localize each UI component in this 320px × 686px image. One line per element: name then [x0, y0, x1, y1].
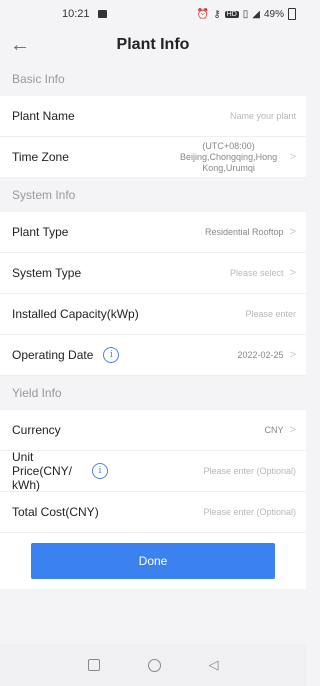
installed-capacity-label: Installed Capacity(kWp)	[12, 307, 139, 321]
plant-name-row[interactable]: Plant Name Name your plant	[0, 96, 306, 137]
unit-price-input[interactable]: Please enter (Optional)	[203, 466, 296, 476]
chevron-right-icon: >	[289, 226, 296, 238]
recent-apps-icon[interactable]	[87, 659, 100, 671]
installed-capacity-row[interactable]: Installed Capacity(kWp) Please enter	[0, 294, 306, 335]
chevron-right-icon: >	[289, 267, 296, 279]
currency-value: CNY	[264, 425, 284, 435]
footer-area: Done	[0, 533, 306, 589]
done-button[interactable]: Done	[31, 543, 275, 579]
chevron-right-icon: >	[289, 151, 296, 163]
page-title: Plant Info	[116, 36, 190, 53]
unit-price-label: Unit Price(CNY/ kWh)	[12, 450, 73, 492]
operating-date-value: 2022-02-25	[237, 350, 284, 360]
plant-name-input[interactable]: Name your plant	[230, 111, 296, 121]
total-cost-input[interactable]: Please enter (Optional)	[203, 507, 296, 517]
gallery-notification-icon	[97, 10, 107, 18]
unit-price-row[interactable]: Unit Price(CNY/ kWh) i Please enter (Opt…	[0, 450, 306, 492]
currency-label: Currency	[12, 423, 61, 437]
status-time: 10:21	[62, 8, 90, 20]
plant-type-row[interactable]: Plant Type Residential Rooftop >	[0, 212, 306, 253]
app-header: ← Plant Info	[0, 28, 306, 62]
signal-icon: ◢	[252, 8, 260, 20]
system-type-row[interactable]: System Type Please select >	[0, 253, 306, 294]
chevron-right-icon: >	[289, 349, 296, 361]
section-yield-info: Yield Info	[0, 376, 306, 410]
total-cost-label: Total Cost(CNY)	[12, 505, 99, 519]
info-icon[interactable]: i	[103, 347, 120, 363]
system-nav-bar: ◁	[0, 644, 306, 686]
battery-percent: 49%	[263, 8, 284, 20]
hd-icon: HD	[224, 10, 239, 18]
currency-row[interactable]: Currency CNY >	[0, 410, 306, 451]
time-zone-label: Time Zone	[12, 150, 69, 164]
back-arrow-icon[interactable]: ←	[10, 34, 30, 57]
plant-type-value: Residential Rooftop	[205, 227, 284, 237]
section-basic-info: Basic Info	[0, 62, 306, 96]
time-zone-row[interactable]: Time Zone (UTC+08:00) Beijing,Chongqing,…	[0, 137, 306, 178]
operating-date-row[interactable]: Operating Date i 2022-02-25 >	[0, 335, 306, 376]
installed-capacity-input[interactable]: Please enter	[245, 309, 296, 319]
time-zone-value: (UTC+08:00) Beijing,Chongqing,Hong Kong,…	[180, 140, 278, 173]
total-cost-row[interactable]: Total Cost(CNY) Please enter (Optional)	[0, 492, 306, 533]
system-type-select[interactable]: Please select	[230, 268, 284, 278]
chevron-right-icon: >	[289, 424, 296, 436]
section-system-info: System Info	[0, 178, 306, 212]
status-bar: 10:21 ⏰ ⚷ HD ▯ ◢ 49%	[0, 0, 306, 28]
info-icon[interactable]: i	[92, 463, 108, 479]
operating-date-label: Operating Date	[12, 348, 94, 362]
plant-type-label: Plant Type	[12, 225, 69, 239]
alarm-icon: ⏰	[196, 8, 210, 20]
battery-icon	[288, 8, 296, 20]
nav-back-icon[interactable]: ◁	[209, 657, 219, 673]
home-icon[interactable]	[147, 658, 161, 672]
vibrate-icon: ▯	[242, 8, 249, 20]
plant-name-label: Plant Name	[12, 109, 75, 123]
key-icon: ⚷	[213, 8, 221, 20]
system-type-label: System Type	[12, 266, 82, 280]
